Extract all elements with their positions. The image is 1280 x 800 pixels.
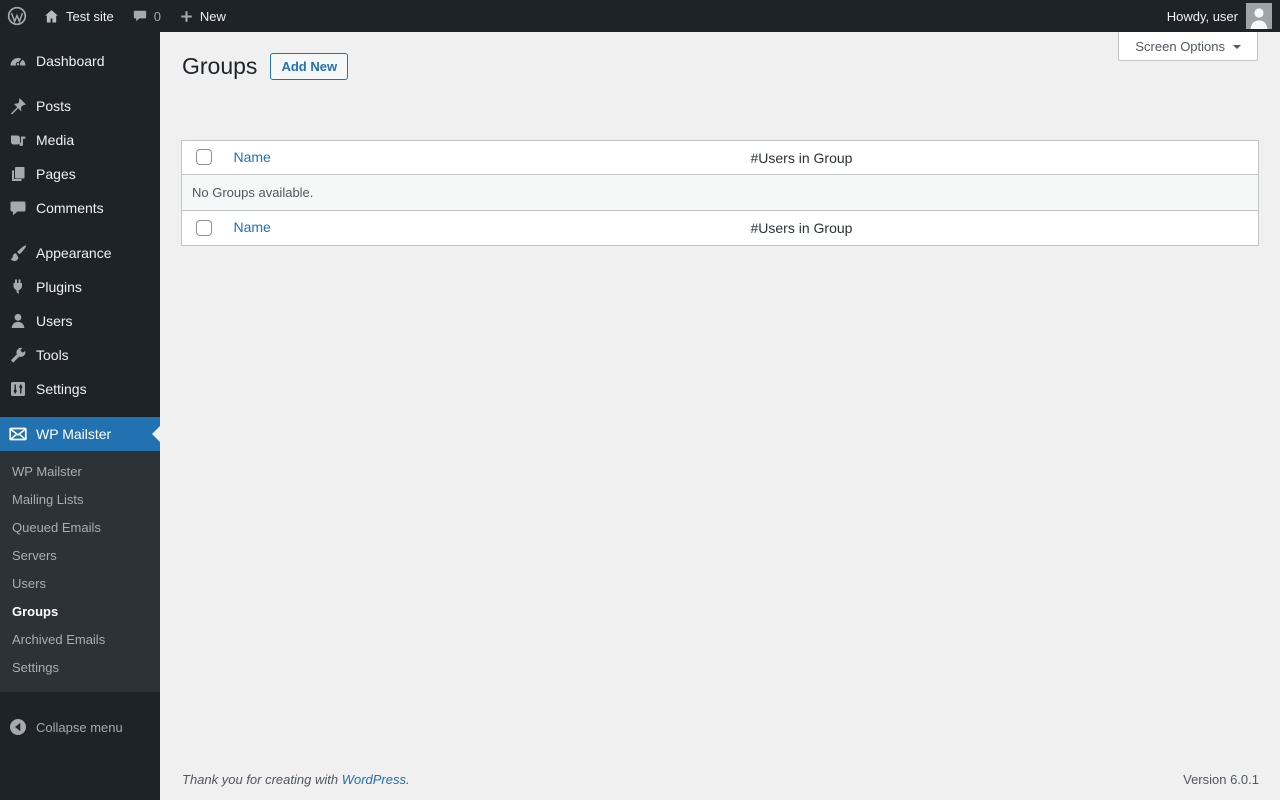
admin-sidebar: Dashboard Posts Media Pages Comments App…	[0, 32, 160, 800]
table-header-row: Name #Users in Group	[181, 141, 1259, 175]
sliders-icon	[0, 379, 36, 399]
submenu-item-servers[interactable]: Servers	[0, 542, 160, 570]
collapse-arrow-icon	[0, 717, 36, 737]
submenu-item-archived-emails[interactable]: Archived Emails	[0, 626, 160, 654]
new-label: New	[199, 8, 226, 24]
menu-separator	[0, 225, 160, 236]
sidebar-item-appearance[interactable]: Appearance	[0, 236, 160, 270]
column-header-users-in-group: #Users in Group	[750, 149, 853, 166]
sidebar-item-label: Posts	[36, 98, 72, 114]
check-column-header	[182, 141, 226, 175]
menu-separator	[0, 406, 160, 417]
footer-thanks: Thank you for creating with WordPress.	[182, 772, 410, 787]
submenu-item-mailing-lists[interactable]: Mailing Lists	[0, 486, 160, 514]
sidebar-item-plugins[interactable]: Plugins	[0, 270, 160, 304]
sidebar-item-label: Comments	[36, 200, 104, 216]
footer-thanks-text: Thank you for creating with	[182, 772, 342, 787]
sidebar-item-users[interactable]: Users	[0, 304, 160, 338]
account-menu[interactable]: Howdy, user	[1159, 3, 1280, 29]
active-menu-arrow	[152, 426, 160, 442]
sidebar-item-label: Media	[36, 132, 75, 148]
empty-message: No Groups available.	[181, 174, 1259, 211]
comments-admin-bar[interactable]: 0	[123, 0, 170, 32]
column-footer-name: Name	[226, 211, 741, 246]
wordpress-link[interactable]: WordPress	[342, 772, 406, 787]
sidebar-item-label: WP Mailster	[36, 426, 112, 442]
sidebar-item-label: Settings	[36, 381, 87, 397]
pages-icon	[0, 164, 36, 184]
submenu-item-wp-mailster[interactable]: WP Mailster	[0, 458, 160, 486]
column-header-name: Name	[226, 141, 741, 175]
select-all-checkbox[interactable]	[196, 149, 212, 166]
person-icon	[0, 311, 36, 331]
site-name-label: Test site	[66, 8, 114, 24]
media-icon	[0, 130, 36, 150]
new-content-menu[interactable]: New	[170, 0, 235, 32]
sidebar-item-label: Appearance	[36, 245, 112, 261]
sidebar-item-dashboard[interactable]: Dashboard	[0, 44, 160, 78]
home-icon	[45, 9, 58, 22]
comment-count: 0	[153, 8, 161, 24]
plug-icon	[0, 277, 36, 297]
menu-separator	[0, 78, 160, 89]
sidebar-item-comments[interactable]: Comments	[0, 191, 160, 225]
footer-thanks-period: .	[406, 772, 410, 787]
column-footer-users-in-group: #Users in Group	[750, 220, 853, 236]
sidebar-item-media[interactable]: Media	[0, 123, 160, 157]
sidebar-item-tools[interactable]: Tools	[0, 338, 160, 372]
sidebar-item-label: Pages	[36, 166, 76, 182]
dashboard-icon	[0, 51, 36, 71]
submenu-item-users[interactable]: Users	[0, 570, 160, 598]
wp-mailster-submenu: WP Mailster Mailing Lists Queued Emails …	[0, 451, 160, 692]
comments-bubble-icon	[133, 10, 146, 22]
wrench-icon	[0, 345, 36, 365]
add-new-button[interactable]: Add New	[270, 52, 349, 80]
paintbrush-icon	[0, 243, 36, 263]
pushpin-icon	[0, 96, 36, 116]
sidebar-item-label: Dashboard	[36, 53, 105, 69]
sidebar-item-pages[interactable]: Pages	[0, 157, 160, 191]
main-content: Screen Options Groups Add New Name #User…	[160, 32, 1280, 800]
chevron-down-icon	[1233, 45, 1241, 49]
admin-bar: Test site 0 New Howdy, user	[0, 0, 1280, 32]
sidebar-item-settings[interactable]: Settings	[0, 372, 160, 406]
screen-options-tab[interactable]: Screen Options	[1118, 32, 1258, 61]
footer-version: Version 6.0.1	[1183, 772, 1259, 787]
empty-table-row: No Groups available.	[181, 174, 1259, 211]
plus-icon	[181, 10, 192, 22]
sort-by-name-link-bottom[interactable]: Name	[234, 219, 271, 235]
submenu-item-settings[interactable]: Settings	[0, 654, 160, 682]
collapse-menu-label: Collapse menu	[36, 719, 123, 735]
envelope-icon	[0, 424, 36, 444]
check-column-footer	[182, 211, 226, 246]
submenu-item-groups[interactable]: Groups	[0, 598, 160, 626]
sidebar-item-label: Tools	[36, 347, 69, 363]
wordpress-logo-icon[interactable]	[0, 6, 34, 26]
submenu-item-queued-emails[interactable]: Queued Emails	[0, 514, 160, 542]
select-all-checkbox-bottom[interactable]	[196, 219, 212, 236]
collapse-menu-button[interactable]: Collapse menu	[0, 710, 160, 744]
sort-by-name-link[interactable]: Name	[234, 149, 271, 165]
avatar	[1246, 3, 1272, 29]
screen-options-label: Screen Options	[1135, 38, 1225, 54]
sidebar-item-label: Users	[36, 313, 73, 329]
howdy-label: Howdy, user	[1166, 8, 1238, 24]
sidebar-item-label: Plugins	[36, 279, 82, 295]
page-title: Groups	[182, 53, 258, 79]
sidebar-item-posts[interactable]: Posts	[0, 89, 160, 123]
sidebar-item-wp-mailster[interactable]: WP Mailster	[0, 417, 160, 451]
comments-icon	[0, 198, 36, 218]
groups-table: Name #Users in Group No Groups available…	[181, 140, 1259, 246]
table-footer-row: Name #Users in Group	[182, 211, 1259, 246]
site-name-menu[interactable]: Test site	[34, 0, 123, 32]
